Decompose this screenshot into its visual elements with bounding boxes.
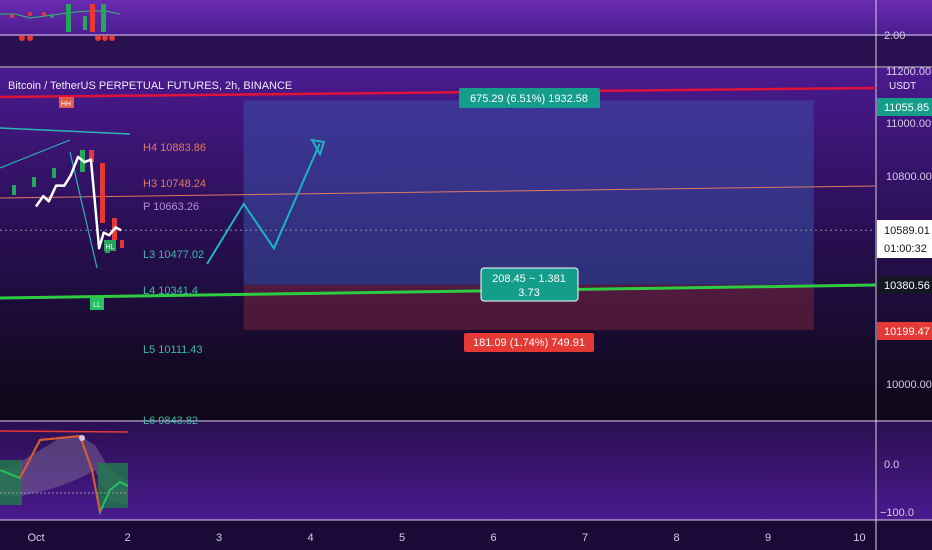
ratio-label-1: 208.45 ~ 1.381 (492, 273, 566, 285)
chart-canvas[interactable]: 2.00 H4 10883.86 H3 10748.24 P 10663.26 … (0, 0, 932, 550)
candle (120, 240, 124, 248)
hh-marker: HH (59, 97, 74, 108)
time-tick: 10 (853, 532, 865, 544)
symbol-title: Bitcoin / TetherUS PERPETUAL FUTURES, 2h… (8, 80, 292, 92)
price-tick: 10800.00 (886, 171, 932, 183)
candle (12, 185, 16, 195)
price-tick: 11000.00 (886, 118, 931, 130)
ll-marker: LL (90, 298, 104, 310)
support-price-text: 10380.56 (884, 280, 930, 292)
stop-label-box: 181.09 (1.74%) 749.91 (464, 333, 594, 352)
time-tick: Oct (27, 532, 44, 544)
pivot-l4-label: L4 10341.4 (143, 285, 198, 297)
time-axis-bg (0, 520, 932, 550)
svg-text:HL: HL (106, 244, 115, 251)
time-tick: 3 (216, 532, 222, 544)
time-tick: 5 (399, 532, 405, 544)
price-tick: 11200.00 (886, 66, 931, 78)
top-pane (0, 0, 932, 36)
pivot-h4-label: H4 10883.86 (143, 142, 206, 154)
price-unit: USDT (889, 81, 916, 92)
pane-gap (0, 36, 932, 68)
pivot-h3-label: H3 10748.24 (143, 178, 206, 190)
last-price-text: 10589.01 (884, 225, 930, 237)
target-label-box: 675.29 (6.51%) 1932.58 (459, 88, 600, 108)
pivot-l3-label: L3 10477.02 (143, 249, 204, 261)
time-tick: 4 (307, 532, 313, 544)
ratio-label-box: 208.45 ~ 1.381 3.73 (480, 267, 579, 302)
oscillator-pane (0, 420, 932, 520)
time-tick: 9 (765, 532, 771, 544)
ratio-label-2: 3.73 (518, 287, 539, 299)
top-pane-scale: 2.00 (884, 30, 905, 42)
time-tick: 7 (582, 532, 588, 544)
target-price-text: 11055.85 (884, 102, 929, 114)
svg-text:HH: HH (61, 101, 71, 108)
target-label: 675.29 (6.51%) 1932.58 (470, 93, 588, 105)
osc-tick: 0.0 (884, 459, 899, 471)
time-tick: 8 (673, 532, 679, 544)
stop-label: 181.09 (1.74%) 749.91 (473, 337, 585, 349)
pivot-l5-label: L5 10111.43 (143, 344, 203, 356)
time-tick: 6 (490, 532, 496, 544)
candle (32, 177, 36, 187)
profit-zone[interactable] (243, 100, 814, 285)
candle (52, 168, 56, 178)
hl-marker: HL (104, 240, 116, 251)
osc-tick: −100.0 (880, 507, 914, 519)
price-tick: 10000.00 (886, 379, 932, 391)
pivot-l6-label: L6 9843.82 (143, 415, 198, 427)
pivot-p-label: P 10663.26 (143, 201, 199, 213)
time-tick: 2 (124, 532, 130, 544)
stop-price-text: 10199.47 (884, 326, 930, 338)
candle (100, 163, 105, 223)
svg-text:LL: LL (93, 302, 101, 309)
countdown-text: 01:00:32 (884, 243, 927, 255)
